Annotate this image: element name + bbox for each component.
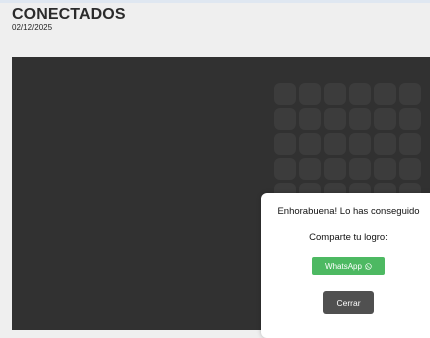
board-tile[interactable]: [274, 108, 296, 130]
board-tile[interactable]: [399, 158, 421, 180]
board-tile[interactable]: [299, 83, 321, 105]
whatsapp-share-button[interactable]: WhatsApp: [312, 257, 385, 275]
board-tile[interactable]: [299, 133, 321, 155]
board-tile[interactable]: [324, 108, 346, 130]
board-tile[interactable]: [374, 83, 396, 105]
whatsapp-button-label: WhatsApp: [325, 261, 362, 271]
board-tile[interactable]: [274, 83, 296, 105]
board-tile[interactable]: [399, 133, 421, 155]
success-modal: Enhorabuena! Lo has conseguido Comparte …: [261, 193, 430, 338]
board-tile[interactable]: [349, 158, 371, 180]
board-tile[interactable]: [349, 133, 371, 155]
top-strip: [0, 0, 430, 3]
board-tile[interactable]: [324, 133, 346, 155]
board-tile[interactable]: [274, 158, 296, 180]
whatsapp-icon: [365, 262, 372, 270]
board-tile[interactable]: [399, 83, 421, 105]
board-tile[interactable]: [374, 133, 396, 155]
board-tile[interactable]: [399, 108, 421, 130]
board-tile[interactable]: [374, 108, 396, 130]
board-tile[interactable]: [299, 158, 321, 180]
board-tile[interactable]: [299, 108, 321, 130]
game-title: CONECTADOS: [12, 6, 126, 23]
tile-grid: [274, 83, 421, 205]
board-tile[interactable]: [274, 133, 296, 155]
game-header: CONECTADOS 02/12/2025: [12, 7, 126, 33]
board-tile[interactable]: [349, 108, 371, 130]
game-date: 02/12/2025: [12, 23, 53, 32]
modal-title: Enhorabuena! Lo has conseguido: [277, 206, 420, 217]
share-label: Comparte tu logro:: [309, 232, 388, 243]
board-tile[interactable]: [374, 158, 396, 180]
close-button[interactable]: Cerrar: [323, 291, 374, 314]
board-tile[interactable]: [324, 158, 346, 180]
board-tile[interactable]: [349, 83, 371, 105]
board-tile[interactable]: [324, 83, 346, 105]
